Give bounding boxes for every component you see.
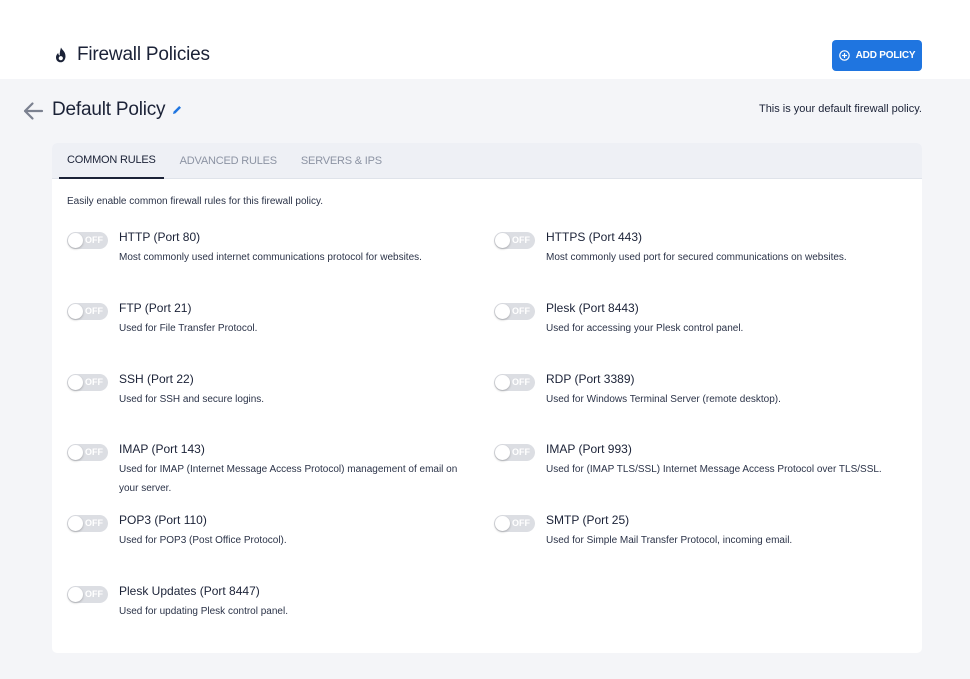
toggle-knob bbox=[495, 233, 510, 248]
page-title: Firewall Policies bbox=[77, 44, 210, 65]
top-header: Firewall Policies ADD POLICY bbox=[0, 0, 970, 79]
add-policy-button[interactable]: ADD POLICY bbox=[832, 40, 922, 71]
rule-description: Used for updating Plesk control panel. bbox=[119, 606, 288, 617]
page-title-group: Firewall Policies bbox=[54, 44, 210, 66]
rule-name: HTTPS (Port 443) bbox=[546, 230, 643, 244]
rule-toggle[interactable]: OFF bbox=[67, 586, 108, 603]
rule-description: Used for accessing your Plesk control pa… bbox=[546, 323, 744, 334]
toggle-off-label: OFF bbox=[512, 306, 530, 316]
rule-description: Most commonly used port for secured comm… bbox=[546, 252, 847, 263]
toggle-knob bbox=[68, 304, 83, 319]
toggle-off-label: OFF bbox=[85, 589, 103, 599]
policy-title-group: Default Policy bbox=[52, 99, 183, 121]
rule-description: Used for POP3 (Post Office Protocol). bbox=[119, 535, 287, 546]
policy-description: This is your default firewall policy. bbox=[758, 103, 922, 115]
toggle-knob bbox=[495, 304, 510, 319]
rules-intro-text: Easily enable common firewall rules for … bbox=[67, 196, 324, 207]
rule-toggle[interactable]: OFF bbox=[67, 232, 108, 249]
rule-toggle[interactable]: OFF bbox=[67, 303, 108, 320]
rule-toggle[interactable]: OFF bbox=[67, 444, 108, 461]
rule-name: Plesk (Port 8443) bbox=[546, 301, 639, 315]
toggle-knob bbox=[495, 375, 510, 390]
toggle-off-label: OFF bbox=[85, 518, 103, 528]
toggle-knob bbox=[68, 516, 83, 531]
rule-description: Used for SSH and secure logins. bbox=[119, 394, 265, 405]
rule-name: SSH (Port 22) bbox=[119, 372, 194, 386]
toggle-knob bbox=[495, 516, 510, 531]
toggle-off-label: OFF bbox=[512, 447, 530, 457]
rule-description: Most commonly used internet communicatio… bbox=[119, 252, 422, 263]
toggle-off-label: OFF bbox=[85, 447, 103, 457]
rule-name: POP3 (Port 110) bbox=[119, 513, 207, 527]
tab-bar: COMMON RULES ADVANCED RULES SERVERS & IP… bbox=[52, 143, 922, 179]
rule-toggle[interactable]: OFF bbox=[67, 515, 108, 532]
policy-title: Default Policy bbox=[52, 99, 166, 120]
rule-name: Plesk Updates (Port 8447) bbox=[119, 584, 260, 598]
back-arrow-icon[interactable] bbox=[22, 100, 44, 122]
rule-name: SMTP (Port 25) bbox=[546, 513, 630, 527]
flame-icon bbox=[56, 47, 66, 63]
rule-toggle[interactable]: OFF bbox=[494, 303, 535, 320]
rule-description: Used for File Transfer Protocol. bbox=[119, 323, 258, 334]
tab-common-rules[interactable]: COMMON RULES bbox=[59, 143, 164, 179]
toggle-knob bbox=[68, 375, 83, 390]
rule-name: FTP (Port 21) bbox=[119, 301, 192, 315]
toggle-off-label: OFF bbox=[85, 306, 103, 316]
toggle-knob bbox=[68, 587, 83, 602]
plus-circle-icon bbox=[838, 50, 850, 61]
rule-name: IMAP (Port 143) bbox=[119, 442, 205, 456]
rule-name: HTTP (Port 80) bbox=[119, 230, 201, 244]
add-policy-label: ADD POLICY bbox=[855, 50, 916, 61]
toggle-knob bbox=[495, 445, 510, 460]
rule-description: Used for (IMAP TLS/SSL) Internet Message… bbox=[546, 464, 882, 475]
rule-toggle[interactable]: OFF bbox=[494, 515, 535, 532]
tab-advanced-rules[interactable]: ADVANCED RULES bbox=[172, 143, 285, 179]
toggle-knob bbox=[68, 233, 83, 248]
toggle-off-label: OFF bbox=[512, 235, 530, 245]
rule-name: RDP (Port 3389) bbox=[546, 372, 635, 386]
toggle-off-label: OFF bbox=[85, 377, 103, 387]
rule-toggle[interactable]: OFF bbox=[494, 232, 535, 249]
rule-description: Used for IMAP (Internet Message Access P… bbox=[119, 464, 458, 494]
rule-description: Used for Windows Terminal Server (remote… bbox=[546, 394, 781, 405]
tab-servers-ips[interactable]: SERVERS & IPS bbox=[293, 143, 390, 179]
rule-toggle[interactable]: OFF bbox=[494, 444, 535, 461]
rule-description: Used for Simple Mail Transfer Protocol, … bbox=[546, 535, 793, 546]
toggle-knob bbox=[68, 445, 83, 460]
toggle-off-label: OFF bbox=[512, 377, 530, 387]
toggle-off-label: OFF bbox=[512, 518, 530, 528]
edit-pencil-icon[interactable] bbox=[171, 104, 183, 116]
toggle-off-label: OFF bbox=[85, 235, 103, 245]
rule-name: IMAP (Port 993) bbox=[546, 442, 632, 456]
rules-card: COMMON RULES ADVANCED RULES SERVERS & IP… bbox=[52, 143, 922, 653]
rule-toggle[interactable]: OFF bbox=[67, 374, 108, 391]
rule-toggle[interactable]: OFF bbox=[494, 374, 535, 391]
